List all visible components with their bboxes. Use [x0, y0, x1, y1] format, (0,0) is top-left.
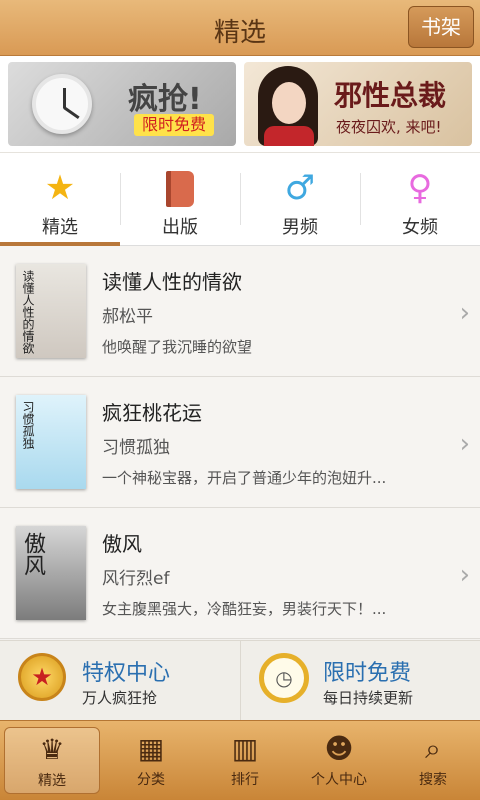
tab-male[interactable]: ♂ 男频	[240, 153, 360, 245]
nav-label: 排行	[231, 772, 259, 788]
nav-label: 搜索	[419, 772, 447, 788]
nav-categories[interactable]: ▦ 分类	[104, 721, 198, 800]
banner-tag: 限时免费	[134, 114, 214, 136]
book-icon	[120, 167, 240, 209]
nav-featured[interactable]: ♛ 精选	[4, 727, 100, 794]
list-item[interactable]: 读懂人性的情欲 读懂人性的情欲 郝松平 他唤醒了我沉睡的欲望 ›	[0, 246, 480, 377]
tab-female[interactable]: ♀ 女频	[360, 153, 480, 245]
bar-chart-icon: ▥	[231, 732, 259, 765]
nav-search[interactable]: ⌕ 搜索	[386, 721, 480, 800]
male-icon: ♂	[284, 168, 316, 208]
free-limited-button[interactable]: ◷ 限时免费 每日持续更新	[240, 641, 480, 721]
grid-icon: ▦	[137, 732, 165, 765]
book-description: 他唤醒了我沉睡的欲望	[102, 338, 253, 356]
book-title: 疯狂桃花运	[102, 401, 202, 425]
search-icon: ⌕	[425, 732, 441, 765]
header-bar: 精选 书架	[0, 0, 480, 56]
promo-title: 特权中心	[82, 661, 171, 686]
promo-subtitle: 每日持续更新	[323, 689, 414, 707]
tab-label: 男频	[282, 217, 318, 238]
book-title: 读懂人性的情欲	[102, 270, 242, 294]
tab-featured[interactable]: ★ 精选	[0, 153, 120, 246]
bookshelf-button[interactable]: 书架	[408, 6, 474, 48]
category-tabs: ★ 精选 出版 ♂ 男频 ♀ 女频	[0, 152, 480, 246]
crown-icon: ♛	[39, 733, 65, 766]
book-description: 一个神秘宝器，开启了普通少年的泡妞升...	[102, 469, 387, 487]
star-icon: ★	[44, 168, 76, 208]
user-icon: ☻	[324, 732, 354, 765]
list-item[interactable]: 习惯孤独 疯狂桃花运 习惯孤独 一个神秘宝器，开启了普通少年的泡妞升... ›	[0, 377, 480, 508]
book-list: 读懂人性的情欲 读懂人性的情欲 郝松平 他唤醒了我沉睡的欲望 › 习惯孤独 疯狂…	[0, 246, 480, 639]
list-item[interactable]: 傲风 傲风 风行烈ef 女主腹黑强大，冷酷狂妄，男装行天下！... ›	[0, 508, 480, 639]
banner-strip: 疯抢! 限时免费 邪性总裁 夜夜囚欢, 来吧!	[0, 56, 480, 152]
nav-label: 分类	[137, 772, 165, 788]
tab-label: 精选	[42, 217, 78, 238]
cover-text: 习惯孤独	[21, 401, 35, 449]
tab-published[interactable]: 出版	[120, 153, 240, 245]
alarm-clock-icon: ◷	[259, 653, 309, 709]
book-description: 女主腹黑强大，冷酷狂妄，男装行天下！...	[102, 600, 387, 618]
female-icon: ♀	[407, 168, 433, 208]
cover-text: 读懂人性的情欲	[21, 270, 35, 354]
clock-icon	[32, 74, 92, 134]
nav-label: 个人中心	[311, 772, 367, 788]
tab-label: 出版	[162, 217, 198, 238]
book-title: 傲风	[102, 532, 142, 556]
nav-label: 精选	[38, 773, 66, 789]
banner-featured-novel[interactable]: 邪性总裁 夜夜囚欢, 来吧!	[244, 62, 472, 146]
promo-subtitle: 万人疯狂抢	[82, 689, 158, 707]
book-author: 郝松平	[102, 307, 153, 327]
book-author: 风行烈ef	[102, 569, 170, 589]
privilege-center-button[interactable]: ★ 特权中心 万人疯狂抢	[0, 641, 240, 721]
banner-subtitle: 夜夜囚欢, 来吧!	[336, 118, 442, 136]
book-cover: 习惯孤独	[16, 395, 86, 489]
portrait-image	[250, 66, 326, 146]
book-cover: 读懂人性的情欲	[16, 264, 86, 358]
nav-ranking[interactable]: ▥ 排行	[198, 721, 292, 800]
cover-text: 傲风	[20, 532, 45, 576]
banner-title: 邪性总裁	[334, 79, 447, 112]
chevron-right-icon: ›	[459, 429, 470, 459]
banner-title: 疯抢!	[128, 82, 202, 117]
chevron-right-icon: ›	[459, 298, 470, 328]
book-author: 习惯孤独	[102, 438, 170, 458]
book-cover: 傲风	[16, 526, 86, 620]
banner-flash-sale[interactable]: 疯抢! 限时免费	[8, 62, 236, 146]
medal-icon: ★	[18, 653, 68, 709]
chevron-right-icon: ›	[459, 560, 470, 590]
nav-profile[interactable]: ☻ 个人中心	[292, 721, 386, 800]
tab-label: 女频	[402, 217, 438, 238]
promo-title: 限时免费	[323, 661, 412, 686]
promo-row: ★ 特权中心 万人疯狂抢 ◷ 限时免费 每日持续更新	[0, 640, 480, 721]
bottom-nav: ♛ 精选 ▦ 分类 ▥ 排行 ☻ 个人中心 ⌕ 搜索	[0, 720, 480, 800]
